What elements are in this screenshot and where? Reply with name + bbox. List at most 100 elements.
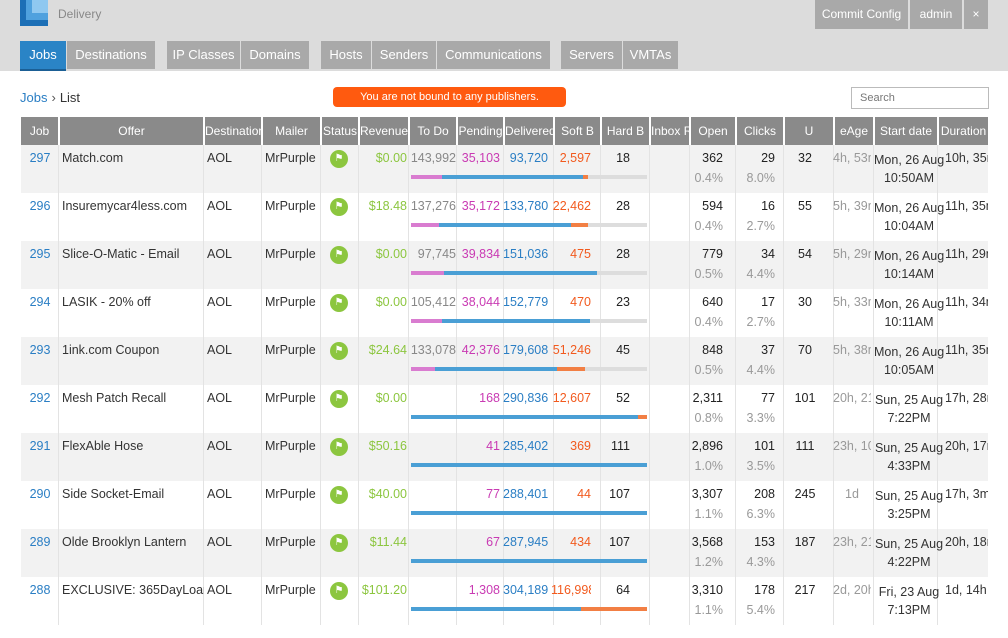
tab-ip-classes[interactable]: IP Classes <box>167 41 240 69</box>
col-mailer[interactable]: Mailer <box>263 117 320 145</box>
col-clicks[interactable]: Clicks <box>737 117 783 145</box>
col-status[interactable]: Status <box>322 117 358 145</box>
col-job[interactable]: Job <box>21 117 58 145</box>
app-logo[interactable] <box>20 0 48 26</box>
job-id-link[interactable]: 295 <box>21 247 59 261</box>
commit-config-button[interactable]: Commit Config <box>815 0 908 29</box>
tab-vmtas[interactable]: VMTAs <box>623 41 678 69</box>
offer-name[interactable]: Match.com <box>62 151 204 165</box>
flag-icon: ⚑ <box>330 486 348 504</box>
flag-icon: ⚑ <box>330 534 348 552</box>
table-row[interactable]: 296 Insuremycar4less.com AOL MrPurple $18.48… <box>21 193 988 241</box>
col-soft-bounce[interactable]: Soft B <box>555 117 600 145</box>
open-count: 594 <box>702 199 723 213</box>
soft-bounce-count: 369 <box>570 439 591 453</box>
table-row[interactable]: 290 Side Socket-Email AOL MrPurple $40.00 77 2… <box>21 481 988 529</box>
col-delivered[interactable]: Delivered <box>505 117 553 145</box>
tab-domains[interactable]: Domains <box>241 41 309 69</box>
table-row[interactable]: 294 LASIK - 20% off AOL MrPurple $0.00 105,41… <box>21 289 988 337</box>
job-id-link[interactable]: 296 <box>21 199 59 213</box>
status-flag-icon[interactable]: ⚑ <box>330 150 350 168</box>
delivery-progress-bar <box>411 319 647 323</box>
search-input[interactable] <box>851 87 989 109</box>
unsubscribe-count: 245 <box>794 487 816 501</box>
offer-name[interactable]: FlexAble Hose <box>62 439 204 453</box>
col-hard-bounce[interactable]: Hard B <box>602 117 649 145</box>
job-id-link[interactable]: 291 <box>21 439 59 453</box>
flag-icon: ⚑ <box>330 198 348 216</box>
status-flag-icon[interactable]: ⚑ <box>330 438 350 456</box>
col-destination[interactable]: Destination <box>205 117 261 145</box>
status-flag-icon[interactable]: ⚑ <box>330 534 350 552</box>
job-id-link[interactable]: 290 <box>21 487 59 501</box>
status-flag-icon[interactable]: ⚑ <box>330 342 350 360</box>
progress-segment-pending <box>444 271 477 275</box>
job-id-link[interactable]: 297 <box>21 151 59 165</box>
col-pending[interactable]: Pending <box>458 117 503 145</box>
col-offer[interactable]: Offer <box>60 117 203 145</box>
breadcrumb-jobs-link[interactable]: Jobs <box>20 90 47 105</box>
offer-name[interactable]: Slice-O-Matic - Email <box>62 247 204 261</box>
duration: 17h, 28m <box>945 391 988 405</box>
age: 1d <box>845 487 859 501</box>
tab-communications[interactable]: Communications <box>437 41 550 69</box>
job-id-link[interactable]: 293 <box>21 343 59 357</box>
destination: AOL <box>207 439 233 453</box>
job-id-link[interactable]: 289 <box>21 535 59 549</box>
table-row[interactable]: 295 Slice-O-Matic - Email AOL MrPurple $0.00… <box>21 241 988 289</box>
delivered-count: 288,401 <box>503 487 548 501</box>
job-id-link[interactable]: 292 <box>21 391 59 405</box>
job-id-link[interactable]: 288 <box>21 583 59 597</box>
table-row[interactable]: 289 Olde Brooklyn Lantern AOL MrPurple $11.4… <box>21 529 988 577</box>
job-id-link[interactable]: 294 <box>21 295 59 309</box>
col-eage[interactable]: eAge <box>835 117 873 145</box>
open-count: 362 <box>702 151 723 165</box>
user-menu-button[interactable]: admin <box>910 0 962 29</box>
pending-count: 35,103 <box>461 151 500 165</box>
status-flag-icon[interactable]: ⚑ <box>330 486 350 504</box>
tab-destinations[interactable]: Destinations <box>67 41 155 69</box>
status-flag-icon[interactable]: ⚑ <box>330 294 350 312</box>
col-start-date[interactable]: Start date <box>875 117 937 145</box>
flag-icon: ⚑ <box>330 582 348 600</box>
pending-count: 67 <box>486 535 500 549</box>
status-flag-icon[interactable]: ⚑ <box>330 582 350 600</box>
revenue: $11.44 <box>369 535 407 549</box>
col-u[interactable]: U <box>785 117 833 145</box>
status-flag-icon[interactable]: ⚑ <box>330 246 350 264</box>
offer-name[interactable]: LASIK - 20% off <box>62 295 204 309</box>
duration: 20h, 17m <box>945 439 988 453</box>
offer-name[interactable]: 1ink.com Coupon <box>62 343 204 357</box>
tab-servers[interactable]: Servers <box>561 41 622 69</box>
table-row[interactable]: 293 1ink.com Coupon AOL MrPurple $24.64 133,0… <box>21 337 988 385</box>
status-flag-icon[interactable]: ⚑ <box>330 390 350 408</box>
start-date-time: 4:33PM <box>887 459 931 473</box>
offer-name[interactable]: Side Socket-Email <box>62 487 204 501</box>
table-row[interactable]: 297 Match.com AOL MrPurple $0.00 143,992 35,10… <box>21 145 988 193</box>
offer-name[interactable]: Mesh Patch Recall <box>62 391 204 405</box>
table-row[interactable]: 291 FlexAble Hose AOL MrPurple $50.16 41 285,4… <box>21 433 988 481</box>
col-duration[interactable]: Duration <box>939 117 988 145</box>
col-inbox-rate[interactable]: Inbox R <box>651 117 689 145</box>
col-revenue[interactable]: Revenue <box>360 117 408 145</box>
start-date-day: Mon, 26 Aug <box>874 201 944 215</box>
offer-name[interactable]: Olde Brooklyn Lantern <box>62 535 204 549</box>
progress-segment-delivered <box>472 319 590 323</box>
col-open[interactable]: Open <box>691 117 735 145</box>
age: 5h, 33m <box>833 295 871 309</box>
tab-jobs[interactable]: Jobs <box>20 41 66 71</box>
hard-bounce-count: 23 <box>616 295 630 309</box>
tab-hosts[interactable]: Hosts <box>321 41 371 69</box>
table-row[interactable]: 288 EXCLUSIVE: 365DayLoan AOL MrPurple $101.… <box>21 577 988 625</box>
status-flag-icon[interactable]: ⚑ <box>330 198 350 216</box>
hard-bounce-count: 45 <box>616 343 630 357</box>
tab-senders[interactable]: Senders <box>372 41 436 69</box>
column-divider <box>456 529 457 577</box>
close-icon[interactable]: × <box>964 0 988 29</box>
offer-name[interactable]: EXCLUSIVE: 365DayLoan <box>62 583 204 597</box>
age: 2d, 20h <box>833 583 871 597</box>
delivery-progress-bar <box>411 175 647 179</box>
table-row[interactable]: 292 Mesh Patch Recall AOL MrPurple $0.00 168 2… <box>21 385 988 433</box>
offer-name[interactable]: Insuremycar4less.com <box>62 199 204 213</box>
col-todo[interactable]: To Do <box>410 117 456 145</box>
